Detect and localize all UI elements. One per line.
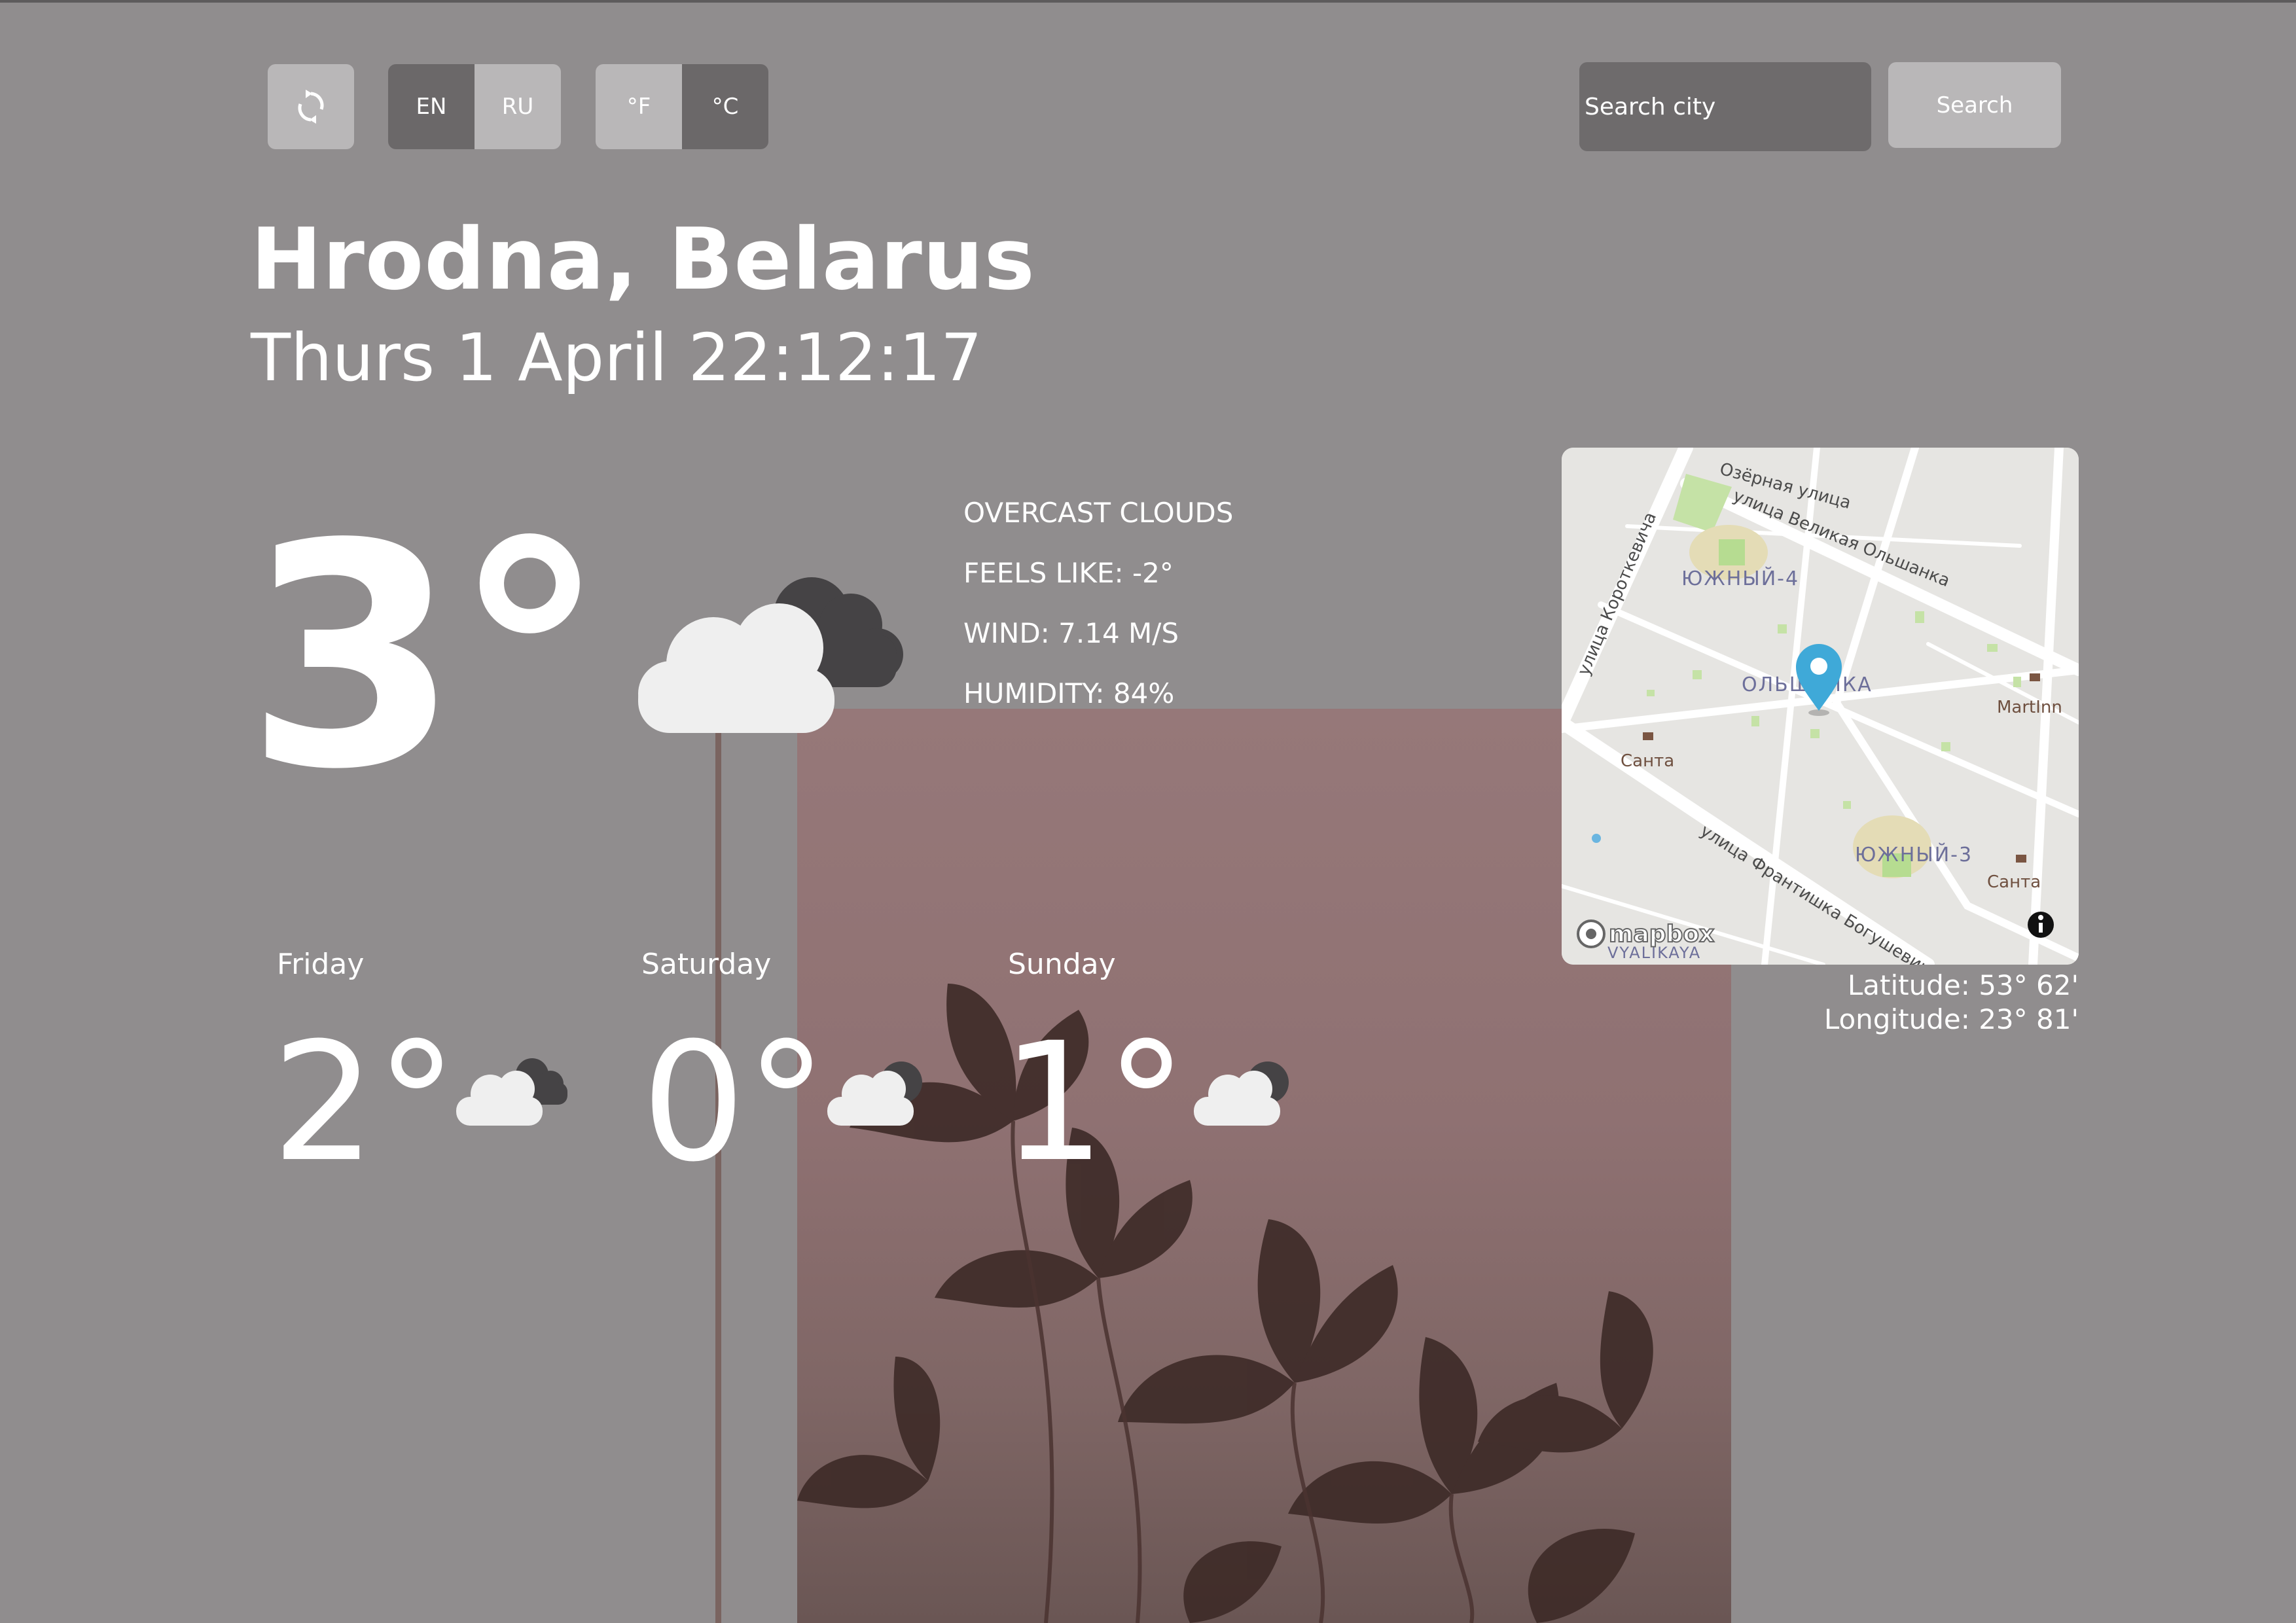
forecast-temperature: 0° (641, 1007, 828, 1198)
forecast-temperature: 1° (1001, 1007, 1188, 1198)
broken-clouds-icon (827, 1061, 922, 1126)
shop-icon (2016, 855, 2026, 863)
search-city-input[interactable] (1579, 62, 1871, 151)
mapbox-logo-icon: mapbox (1577, 919, 1715, 948)
wind-text: WIND: 7.14 M/S (963, 617, 1179, 649)
map-info-icon[interactable] (2028, 912, 2054, 938)
map-poi-label: Санта (1987, 872, 2041, 892)
overcast-clouds-icon (638, 577, 903, 733)
latitude-text: Latitude: 53° 62' (1847, 969, 2079, 1001)
condition-text: OVERCAST CLOUDS (963, 497, 1234, 529)
refresh-icon (298, 90, 324, 124)
broken-clouds-icon (1194, 1061, 1289, 1126)
shop-icon (1643, 732, 1653, 740)
language-switcher: EN RU (388, 64, 561, 149)
longitude-text: Longitude: 23° 81' (1823, 1003, 2079, 1035)
refresh-button[interactable] (268, 64, 354, 149)
forecast-day-name: Friday (277, 948, 365, 981)
city-title: Hrodna, Belarus (251, 209, 1035, 309)
search-button[interactable]: Search (1888, 62, 2061, 148)
current-temperature: 3° (245, 478, 607, 836)
feels-like-text: FEELS LIKE: -2° (963, 557, 1174, 589)
current-details: OVERCAST CLOUDS FEELS LIKE: -2° WIND: 7.… (963, 483, 1233, 724)
window-top-border (0, 0, 2296, 3)
map-poi-label: MartInn (1997, 698, 2062, 717)
unit-fahrenheit-button[interactable]: °F (596, 64, 682, 149)
lang-en-button[interactable]: EN (388, 64, 475, 149)
humidity-text: HUMIDITY: 84% (963, 677, 1175, 709)
forecast-day-name: Saturday (641, 948, 772, 981)
forecast-day-name: Sunday (1008, 948, 1116, 981)
location-map[interactable]: Озёрная улица улица Великая Ольшанка ули… (1562, 448, 2079, 965)
map-district-label: ЮЖНЫЙ-4 (1681, 567, 1799, 590)
overcast-clouds-icon (456, 1058, 567, 1126)
map-poi-label: Санта (1621, 751, 1674, 771)
unit-celsius-button[interactable]: °C (682, 64, 768, 149)
current-datetime: Thurs 1 April 22:12:17 (251, 319, 982, 396)
map-district-label: ЮЖНЫЙ-3 (1855, 843, 1973, 866)
svg-text:mapbox: mapbox (1609, 921, 1714, 948)
shop-icon (2030, 673, 2040, 681)
map-coordinates: Latitude: 53° 62' Longitude: 23° 81' (1824, 969, 2079, 1037)
forecast-temperature: 2° (272, 1007, 458, 1198)
lang-ru-button[interactable]: RU (475, 64, 561, 149)
unit-switcher: °F °C (596, 64, 768, 149)
